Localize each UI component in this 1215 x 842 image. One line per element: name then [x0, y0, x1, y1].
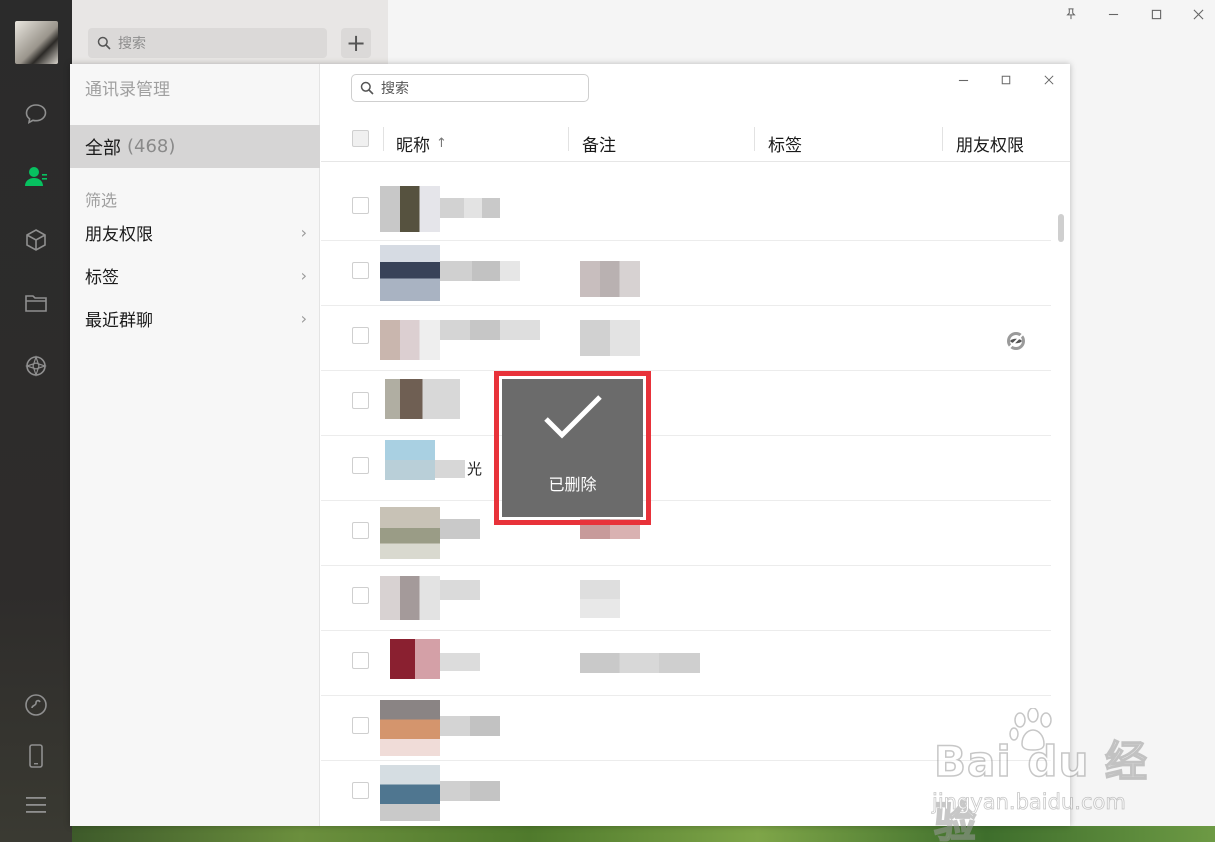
contact-search-input[interactable]: 搜索: [351, 74, 589, 102]
remark-text: [580, 320, 640, 356]
moments-icon[interactable]: [21, 351, 51, 381]
table-row[interactable]: 光: [321, 436, 1051, 501]
select-all-checkbox[interactable]: [352, 130, 369, 147]
table-row[interactable]: [321, 566, 1051, 631]
menu-icon[interactable]: [21, 790, 51, 820]
contact-name: [440, 781, 500, 801]
row-checkbox[interactable]: [352, 587, 369, 604]
filter-permissions[interactable]: 朋友权限 ›: [85, 220, 307, 245]
contact-count: (468): [127, 136, 176, 157]
table-row[interactable]: [321, 501, 1051, 566]
miniprogram-icon[interactable]: [21, 690, 51, 720]
contact-name: [440, 716, 500, 736]
remark-text: [580, 261, 640, 297]
watermark-url: jingyan.baidu.com: [932, 790, 1127, 815]
contact-name: [440, 580, 480, 600]
search-placeholder: 搜索: [118, 36, 146, 52]
table-row[interactable]: [321, 371, 1051, 436]
close-icon[interactable]: [1187, 3, 1209, 25]
filter-tags-label: 标签: [85, 267, 119, 288]
avatar: [385, 440, 435, 480]
search-input[interactable]: 搜索: [88, 28, 327, 58]
files-icon[interactable]: [21, 288, 51, 318]
contact-name: [435, 460, 465, 478]
avatar: [380, 186, 440, 232]
column-nickname[interactable]: 昵称 ↑: [396, 124, 447, 162]
filter-section-label: 筛选: [85, 191, 118, 210]
chat-icon[interactable]: [21, 99, 51, 129]
column-tags[interactable]: 标签: [768, 124, 802, 162]
table-row[interactable]: [321, 176, 1051, 241]
avatar: [385, 379, 460, 419]
row-checkbox[interactable]: [352, 327, 369, 344]
contact-name: [440, 519, 480, 539]
contact-search-placeholder: 搜索: [381, 81, 409, 97]
search-icon: [360, 81, 374, 95]
contact-name-fragment: 光: [467, 460, 483, 478]
chevron-right-icon: ›: [300, 265, 307, 285]
contact-name: [440, 320, 540, 340]
contacts-manager-sidebar: 通讯录管理 全部 (468) 筛选 朋友权限 › 标签 › 最近群聊 ›: [70, 64, 320, 826]
row-checkbox[interactable]: [352, 262, 369, 279]
table-row[interactable]: [321, 241, 1051, 306]
avatar[interactable]: [15, 21, 58, 64]
deleted-toast: 已删除: [502, 379, 643, 517]
column-nickname-label: 昵称: [396, 135, 430, 156]
contact-name: [440, 198, 500, 218]
column-permissions[interactable]: 朋友权限: [956, 124, 1024, 162]
row-checkbox[interactable]: [352, 197, 369, 214]
table-row[interactable]: [321, 306, 1051, 371]
row-checkbox[interactable]: [352, 457, 369, 474]
column-remark[interactable]: 备注: [582, 124, 616, 162]
contact-name: [440, 261, 520, 281]
checkmark-icon: [543, 395, 602, 439]
remark-text: [580, 653, 700, 673]
dialog-maximize-icon[interactable]: [997, 71, 1015, 89]
dialog-close-icon[interactable]: [1040, 71, 1058, 89]
avatar: [380, 245, 440, 301]
row-checkbox[interactable]: [352, 522, 369, 539]
avatar: [380, 700, 440, 756]
search-icon: [97, 36, 111, 50]
chevron-right-icon: ›: [300, 222, 307, 242]
filter-permissions-label: 朋友权限: [85, 224, 153, 245]
filter-all-label: 全部: [85, 137, 121, 159]
maximize-icon[interactable]: [1145, 3, 1167, 25]
baidu-watermark: Bai du 经验 jingyan.baidu.com: [930, 708, 1190, 842]
dialog-title: 通讯录管理: [85, 80, 170, 100]
row-checkbox[interactable]: [352, 717, 369, 734]
filter-all[interactable]: 全部 (468): [70, 125, 320, 168]
hide-moments-icon: [1007, 332, 1025, 350]
table-header: 昵称 ↑ 备注 标签 朋友权限: [321, 124, 1070, 162]
avatar: [380, 765, 440, 821]
remark-text: [580, 580, 620, 618]
row-checkbox[interactable]: [352, 392, 369, 409]
filter-recent-groups-label: 最近群聊: [85, 310, 153, 331]
toast-message: 已删除: [548, 475, 597, 494]
row-checkbox[interactable]: [352, 782, 369, 799]
contact-name: [440, 653, 480, 671]
watermark-brand: Bai du 经验: [933, 736, 1148, 842]
filter-tags[interactable]: 标签 ›: [85, 263, 307, 288]
avatar: [390, 639, 440, 679]
dialog-minimize-icon[interactable]: [954, 71, 972, 89]
table-row[interactable]: [321, 631, 1051, 696]
chevron-right-icon: ›: [300, 308, 307, 328]
collections-icon[interactable]: [21, 225, 51, 255]
filter-recent-groups[interactable]: 最近群聊 ›: [85, 306, 307, 331]
left-navigation-rail: [0, 0, 72, 842]
minimize-icon[interactable]: [1102, 3, 1124, 25]
avatar: [380, 576, 440, 620]
sort-ascending-icon: ↑: [436, 135, 447, 151]
avatar: [380, 507, 440, 559]
pin-icon[interactable]: [1060, 3, 1082, 25]
row-checkbox[interactable]: [352, 652, 369, 669]
phone-icon[interactable]: [21, 741, 51, 771]
add-button[interactable]: +: [341, 28, 371, 58]
contacts-icon[interactable]: [21, 162, 51, 192]
avatar: [380, 320, 440, 360]
scrollbar[interactable]: [1058, 214, 1064, 242]
